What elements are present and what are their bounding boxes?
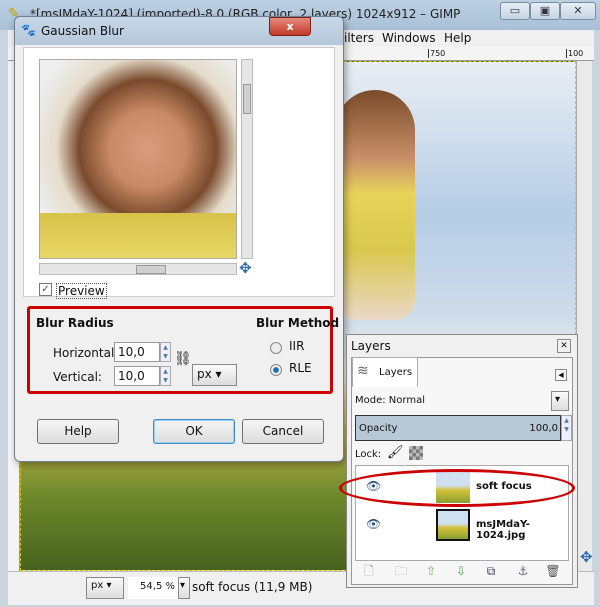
opacity-spin-buttons[interactable]: ▲ ▼ (561, 415, 572, 441)
close-button[interactable]: ✕ (560, 2, 596, 20)
preview-label: Preview (56, 283, 107, 299)
layers-dock: Layers ✕ ≋ Layers ◀ Mode: Normal ▾ Opaci… (339, 334, 578, 588)
ruler-mark: 100 (566, 49, 584, 58)
menu-filters[interactable]: ilters (344, 31, 374, 45)
new-layer-icon[interactable]: 🗋 (361, 563, 377, 579)
blur-preview-image[interactable] (39, 59, 237, 259)
zoom-dropdown-icon[interactable]: ▾ (178, 577, 190, 599)
dialog-close-button[interactable]: x (269, 17, 311, 36)
layer-highlight-ellipse (339, 469, 575, 507)
opacity-value: 100,0 (529, 423, 558, 434)
menu-windows[interactable]: Windows (382, 31, 436, 45)
tab-menu-button[interactable]: ◀ (555, 369, 567, 381)
minimize-button[interactable]: ▭ (500, 2, 530, 20)
raise-layer-icon[interactable]: ⇧ (423, 563, 439, 579)
lock-pixels-brush-icon[interactable]: 🖌 (387, 445, 404, 460)
blur-radius-heading: Blur Radius (36, 316, 114, 330)
delete-layer-icon[interactable]: 🗑 (545, 563, 561, 579)
gimp-wilber-icon: 🐾 (21, 23, 36, 37)
mode-dropdown-button[interactable]: ▾ (551, 391, 569, 411)
horizontal-spin-buttons[interactable]: ▲ ▼ (160, 342, 171, 362)
dialog-title: Gaussian Blur (41, 24, 124, 38)
navigate-icon[interactable]: ✥ (239, 259, 252, 277)
radius-unit-select[interactable]: px ▾ (192, 364, 237, 386)
horizontal-label: Horizontal: (53, 346, 119, 360)
radius-unit-value: px (197, 367, 212, 381)
tab-layers-label: Layers (379, 367, 413, 378)
layers-stack-icon: ≋ (357, 363, 369, 379)
layers-toolbar: 🗋 🗀 ⇧ ⇩ ⧉ ⚓ 🗑 (355, 563, 569, 583)
vertical-spin-buttons[interactable]: ▲ ▼ (160, 366, 171, 386)
preview-hscrollbar[interactable] (39, 263, 237, 275)
mode-label[interactable]: Mode: Normal (355, 395, 425, 406)
horizontal-input[interactable]: 10,0 (114, 342, 160, 362)
navigate-icon[interactable]: ✥ (580, 548, 593, 566)
gaussian-blur-dialog: 🐾 Gaussian Blur x ✥ ✓ Preview Blur Radiu… (14, 16, 344, 462)
dock-close-button[interactable]: ✕ (557, 339, 571, 353)
opacity-slider[interactable]: Opacity 100,0 (355, 415, 561, 441)
layer-name: msJMdaY-1024.jpg (476, 519, 530, 541)
radio-iir[interactable] (270, 342, 282, 354)
maximize-button[interactable]: ▣ (530, 2, 560, 20)
layer-row[interactable]: 👁 msJMdaY-1024.jpg (356, 506, 568, 544)
iir-label: IIR (289, 339, 305, 353)
status-info: soft focus (11,9 MB) (192, 580, 313, 594)
help-button[interactable]: Help (37, 419, 119, 444)
opacity-label: Opacity (359, 423, 398, 434)
tab-layers[interactable]: ≋ Layers (352, 357, 418, 387)
lock-alpha-icon[interactable] (409, 446, 423, 460)
blur-method-heading: Blur Method (256, 316, 340, 330)
visibility-eye-icon[interactable]: 👁 (366, 517, 381, 531)
ok-button[interactable]: OK (153, 419, 235, 444)
lock-label: Lock: (355, 449, 382, 460)
vertical-label: Vertical: (53, 370, 102, 384)
anchor-layer-icon[interactable]: ⚓ (515, 563, 531, 579)
cancel-button[interactable]: Cancel (242, 419, 324, 444)
preview-checkbox[interactable]: ✓ (39, 283, 52, 296)
ruler-mark: 750 (428, 49, 446, 58)
duplicate-layer-icon[interactable]: ⧉ (483, 563, 499, 579)
layer-thumbnail (436, 509, 470, 541)
chain-link-icon[interactable]: ⛓ (174, 351, 192, 367)
lower-layer-icon[interactable]: ⇩ (453, 563, 469, 579)
new-layer-group-icon[interactable]: 🗀 (393, 563, 409, 579)
dialog-titlebar: 🐾 Gaussian Blur x (15, 17, 343, 45)
unit-value: px (91, 580, 104, 591)
zoom-field[interactable]: 54,5 % (128, 577, 178, 599)
layers-dock-title: Layers (351, 339, 391, 353)
vertical-scrollbar[interactable] (576, 61, 592, 571)
image-subject (335, 90, 415, 320)
radio-rle[interactable] (270, 364, 282, 376)
menu-help[interactable]: Help (444, 31, 471, 45)
preview-vscrollbar[interactable] (241, 59, 253, 259)
unit-select[interactable]: px ▾ (86, 577, 124, 599)
vertical-input[interactable]: 10,0 (114, 366, 160, 386)
rle-label: RLE (289, 361, 312, 375)
